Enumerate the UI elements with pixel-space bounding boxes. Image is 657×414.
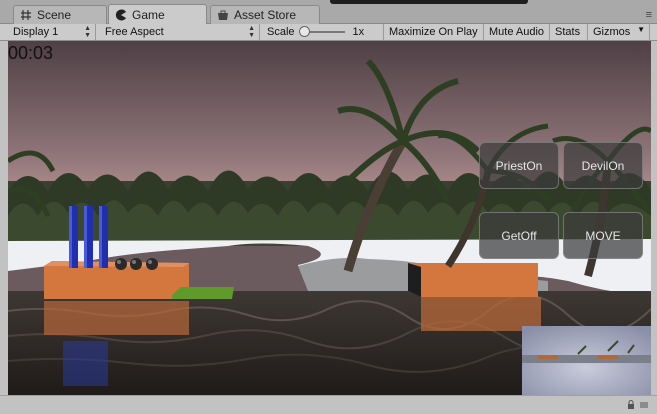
- display-dropdown[interactable]: Display 1 ▲ ▼: [8, 24, 96, 40]
- scale-slider-thumb[interactable]: [298, 26, 310, 37]
- updown-arrows-icon: ▲ ▼: [84, 25, 91, 39]
- display-dropdown-label: Display 1: [13, 26, 59, 38]
- tab-game[interactable]: Game: [108, 4, 207, 24]
- left-bank-reflection: [44, 301, 189, 335]
- pacman-icon: [115, 9, 127, 21]
- tab-scene[interactable]: Scene: [13, 5, 107, 24]
- maximize-on-play-toggle[interactable]: Maximize On Play: [384, 24, 484, 40]
- tab-asset-store-label: Asset Store: [234, 8, 297, 22]
- aspect-dropdown-label: Free Aspect: [105, 26, 164, 38]
- tab-strip: Scene Game Asset Store ≡: [0, 0, 657, 24]
- maximize-on-play-label: Maximize On Play: [389, 26, 478, 38]
- boat: [172, 287, 234, 299]
- gizmos-label: Gizmos: [593, 26, 631, 38]
- grid-icon: [20, 9, 32, 21]
- stats-label: Stats: [555, 26, 581, 38]
- aspect-dropdown[interactable]: Free Aspect ▲ ▼: [100, 24, 260, 40]
- tab-scene-label: Scene: [37, 8, 72, 22]
- right-bank: [408, 263, 538, 297]
- mute-audio-toggle[interactable]: Mute Audio: [484, 24, 550, 40]
- game-toolbar: Display 1 ▲ ▼ Free Aspect ▲ ▼ Scale 1x Max…: [0, 24, 657, 41]
- get-off-button[interactable]: GetOff: [479, 212, 559, 259]
- mute-audio-label: Mute Audio: [489, 26, 545, 38]
- scale-slider[interactable]: [298, 26, 345, 37]
- minimap: [522, 326, 651, 395]
- priests: [69, 206, 108, 268]
- tab-game-label: Game: [132, 7, 165, 22]
- store-icon: [217, 9, 229, 21]
- devil-on-button[interactable]: DevilOn: [563, 142, 643, 189]
- move-button[interactable]: MOVE: [563, 212, 643, 259]
- devils: [115, 258, 158, 270]
- dropdown-arrow-icon: ▼: [637, 25, 645, 34]
- scale-label: Scale: [267, 26, 295, 38]
- stats-toggle[interactable]: Stats: [550, 24, 588, 40]
- right-bank-reflection: [421, 297, 541, 331]
- tab-menu-icon[interactable]: ≡: [646, 9, 653, 21]
- scale-control: Scale 1x: [262, 24, 384, 40]
- tab-asset-store[interactable]: Asset Store: [210, 5, 320, 24]
- timer: 00:03: [8, 43, 54, 63]
- priest-on-button[interactable]: PriestOn: [479, 142, 559, 189]
- scale-value: 1x: [352, 26, 365, 38]
- priests-reflection: [63, 341, 108, 386]
- unity-editor-window: Scene Game Asset Store ≡ Display 1 ▲ ▼ Fr…: [0, 0, 657, 414]
- menu-icon[interactable]: [639, 400, 649, 413]
- status-icons: [627, 400, 649, 413]
- lock-icon[interactable]: [627, 400, 635, 413]
- game-view[interactable]: 00:03 PriestOn DevilOn GetOff MOVE: [8, 41, 651, 395]
- updown-arrows-icon: ▲ ▼: [248, 25, 255, 39]
- title-bar-edge: [330, 0, 528, 4]
- status-bar: [0, 395, 657, 414]
- gizmos-dropdown[interactable]: Gizmos ▼: [588, 24, 650, 40]
